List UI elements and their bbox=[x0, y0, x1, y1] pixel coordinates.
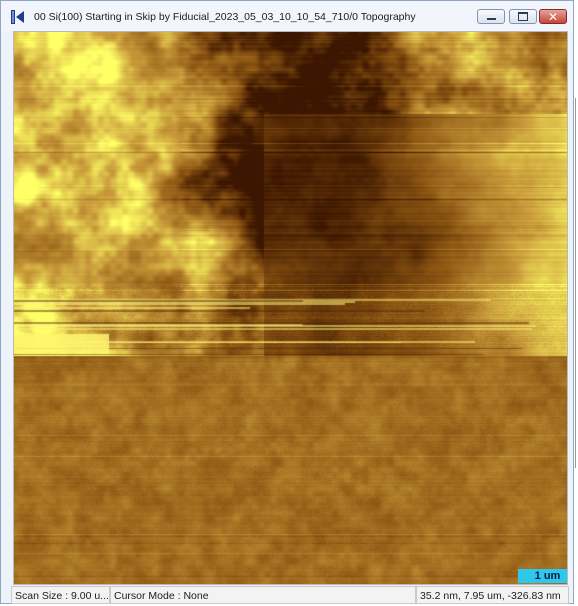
close-button[interactable]: ✕ bbox=[539, 9, 567, 24]
close-icon: ✕ bbox=[547, 9, 559, 24]
background-window-edge bbox=[575, 98, 576, 468]
minimize-icon bbox=[486, 18, 496, 20]
topography-heightmap[interactable] bbox=[14, 32, 567, 584]
status-cursor-mode: Cursor Mode : None bbox=[110, 586, 416, 604]
topography-window: 00 Si(100) Starting in Skip by Fiducial_… bbox=[0, 0, 574, 604]
minimize-button[interactable] bbox=[477, 9, 505, 24]
maximize-button[interactable] bbox=[509, 9, 537, 24]
status-scan-size: Scan Size : 9.00 u... bbox=[11, 586, 110, 604]
title-bar[interactable]: 00 Si(100) Starting in Skip by Fiducial_… bbox=[1, 1, 573, 31]
status-cursor-position: 35.2 nm, 7.95 um, -326.83 nm bbox=[416, 586, 569, 604]
topography-image-frame[interactable]: 1 um bbox=[13, 31, 568, 585]
window-title: 00 Si(100) Starting in Skip by Fiducial_… bbox=[34, 11, 416, 23]
afm-scan-icon bbox=[11, 10, 24, 24]
status-bar: Scan Size : 9.00 u... Cursor Mode : None… bbox=[11, 586, 569, 604]
scale-bar: 1 um bbox=[518, 569, 567, 583]
maximize-icon bbox=[518, 12, 528, 21]
